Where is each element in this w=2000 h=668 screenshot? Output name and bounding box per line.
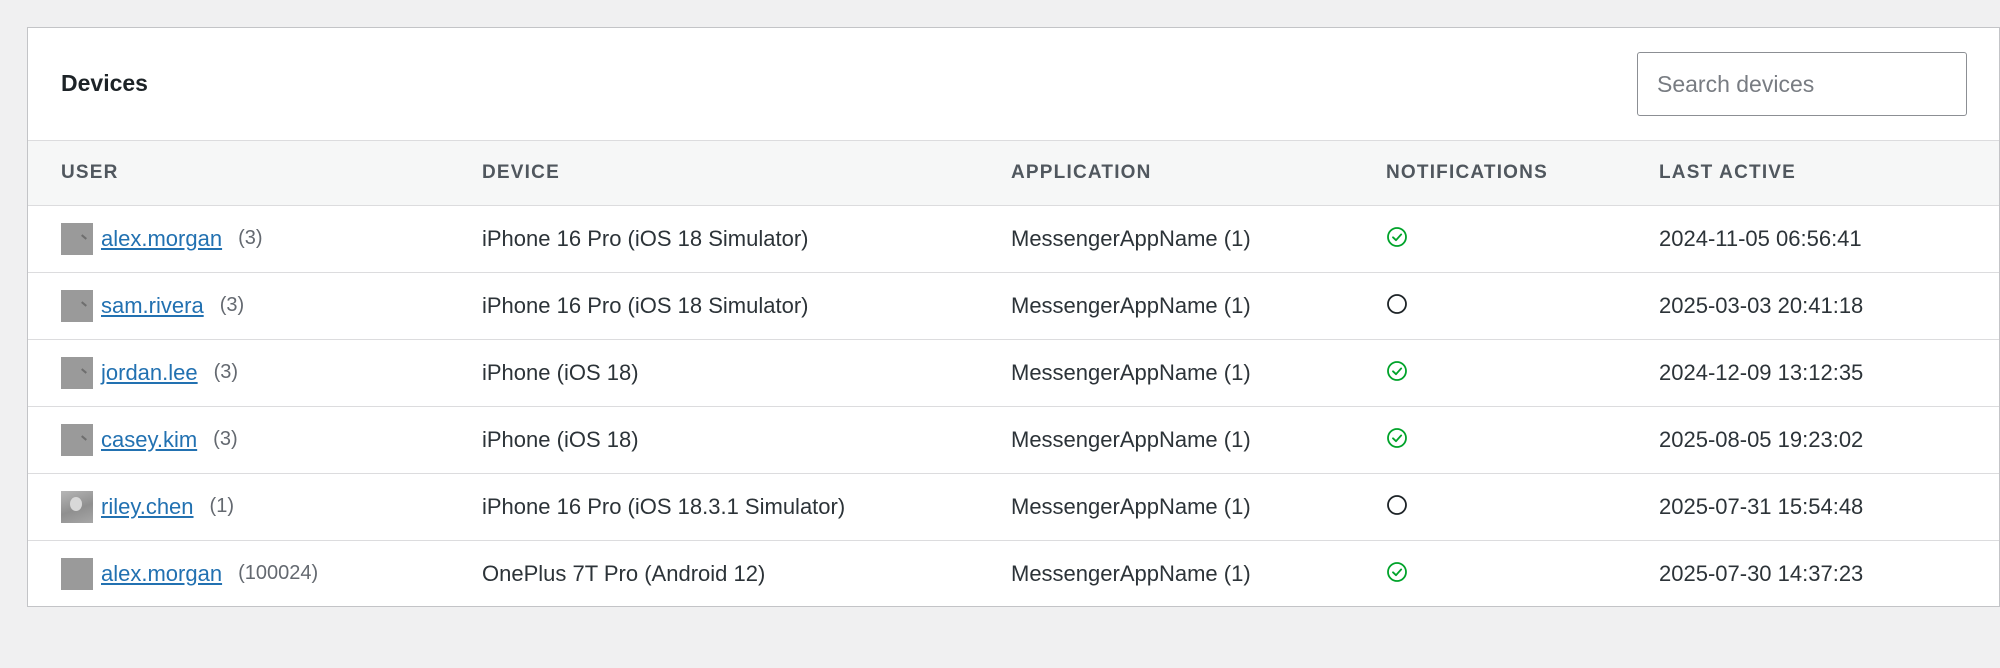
check-circle-icon — [1387, 226, 1407, 247]
check-circle-icon — [1387, 561, 1407, 582]
user-link[interactable]: alex.morgan — [101, 226, 222, 252]
user-link[interactable]: casey.kim — [101, 427, 197, 453]
panel-title: Devices — [61, 70, 148, 96]
device-cell: iPhone 16 Pro (iOS 18 Simulator) — [482, 292, 809, 318]
last-active-cell: 2025-07-30 14:37:23 — [1659, 560, 1864, 586]
notifications-cell — [1353, 540, 1626, 607]
device-cell: iPhone (iOS 18) — [482, 426, 639, 452]
last-active-cell: 2024-11-05 06:56:41 — [1659, 225, 1862, 251]
user-cell: jordan.lee (3) — [28, 339, 449, 406]
table-row: riley.chen (1) iPhone 16 Pro (iOS 18.3.1… — [28, 473, 1999, 540]
avatar — [61, 423, 93, 456]
device-count: (3) — [213, 428, 238, 450]
user-cell: sam.rivera (3) — [28, 272, 449, 339]
panel-header: Devices — [28, 28, 1999, 141]
device-count: (3) — [238, 227, 263, 249]
device-cell: iPhone (iOS 18) — [482, 359, 639, 385]
last-active-cell: 2025-07-31 15:54:48 — [1659, 493, 1864, 519]
device-count: (3) — [213, 361, 239, 383]
avatar — [61, 490, 93, 523]
check-circle-icon — [1387, 427, 1407, 448]
application-cell: MessengerAppName (1) — [1011, 225, 1251, 251]
device-count: (1) — [209, 495, 234, 517]
notifications-cell — [1353, 473, 1626, 540]
empty-circle-icon — [1387, 494, 1407, 515]
avatar — [61, 289, 93, 322]
user-link[interactable]: alex.morgan — [101, 561, 222, 587]
check-circle-icon — [1387, 360, 1407, 381]
table-row: sam.rivera (3) iPhone 16 Pro (iOS 18 Sim… — [28, 272, 1999, 339]
avatar — [61, 557, 93, 590]
table-row: jordan.lee (3) iPhone (iOS 18) Messenger… — [28, 339, 1999, 406]
device-count: (3) — [219, 294, 245, 316]
application-cell: MessengerAppName (1) — [1011, 292, 1251, 318]
device-count: (100024) — [238, 562, 319, 585]
avatar — [61, 356, 93, 389]
column-header-user: USER — [61, 161, 119, 183]
device-cell: OnePlus 7T Pro (Android 12) — [482, 560, 766, 586]
user-link[interactable]: jordan.lee — [101, 360, 198, 386]
user-link[interactable]: riley.chen — [101, 494, 194, 520]
search-input[interactable] — [1637, 52, 1967, 116]
application-cell: MessengerAppName (1) — [1011, 560, 1251, 586]
user-cell: casey.kim (3) — [28, 406, 449, 473]
user-link[interactable]: sam.rivera — [101, 293, 204, 319]
last-active-cell: 2024-12-09 13:12:35 — [1659, 359, 1864, 385]
table-row: alex.morgan (100024) OnePlus 7T Pro (And… — [28, 540, 1999, 607]
user-cell: alex.morgan (3) — [28, 205, 449, 272]
column-header-application: APPLICATION — [1011, 161, 1152, 183]
empty-circle-icon — [1387, 293, 1407, 314]
column-header-last-active: LAST ACTIVE — [1659, 161, 1797, 183]
device-cell: iPhone 16 Pro (iOS 18.3.1 Simulator) — [482, 493, 846, 519]
devices-panel: Devices USER DEVICE APPLICATION NOTIFICA… — [27, 27, 2000, 607]
device-cell: iPhone 16 Pro (iOS 18 Simulator) — [482, 225, 809, 251]
notifications-cell — [1353, 272, 1626, 339]
avatar — [61, 222, 93, 255]
user-cell: riley.chen (1) — [28, 473, 449, 540]
last-active-cell: 2025-08-05 19:23:02 — [1659, 426, 1864, 452]
application-cell: MessengerAppName (1) — [1011, 493, 1251, 519]
notifications-cell — [1353, 406, 1626, 473]
column-header-notifications: NOTIFICATIONS — [1386, 161, 1548, 183]
user-cell: alex.morgan (100024) — [28, 540, 449, 607]
column-header-device: DEVICE — [482, 161, 560, 183]
notifications-cell — [1353, 205, 1626, 272]
application-cell: MessengerAppName (1) — [1011, 359, 1251, 385]
application-cell: MessengerAppName (1) — [1011, 426, 1251, 452]
table-row: alex.morgan (3) iPhone 16 Pro (iOS 18 Si… — [28, 205, 1999, 272]
notifications-cell — [1353, 339, 1626, 406]
table-row: casey.kim (3) iPhone (iOS 18) MessengerA… — [28, 406, 1999, 473]
devices-table: USER DEVICE APPLICATION NOTIFICATIONS LA… — [28, 141, 1999, 607]
table-header-row: USER DEVICE APPLICATION NOTIFICATIONS LA… — [28, 141, 1999, 205]
last-active-cell: 2025-03-03 20:41:18 — [1659, 292, 1864, 318]
